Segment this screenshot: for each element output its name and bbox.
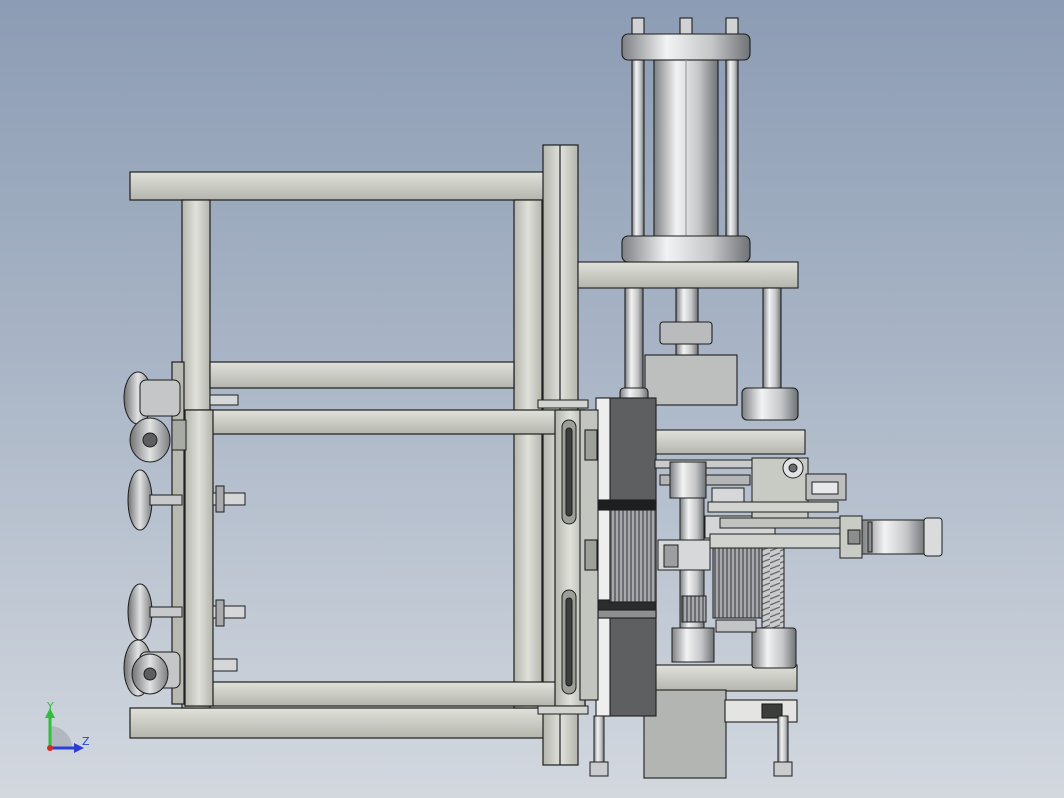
y-axis-label: Y <box>46 700 54 713</box>
heatsink <box>609 509 657 603</box>
press-head <box>644 354 738 406</box>
cad-viewport: Y Z <box>45 17 943 779</box>
triad-base-fan <box>50 726 72 748</box>
ball-screw <box>761 547 785 629</box>
rod-coupler <box>659 321 713 345</box>
x-axis-dot <box>47 745 53 751</box>
drive-assembly <box>654 457 943 669</box>
front-frame-bottom <box>184 681 586 707</box>
rear-post <box>513 199 543 709</box>
z-axis-label: Z <box>82 735 90 748</box>
front-frame-left <box>184 409 214 707</box>
cylinder-top-cap <box>621 33 751 61</box>
coordinate-triad: Y Z <box>45 700 90 753</box>
top-beam <box>129 171 551 201</box>
upper-press-plate <box>654 429 806 455</box>
cylinder-mount-plate <box>577 261 799 289</box>
left-frame <box>129 144 586 766</box>
pneumatic-cylinder <box>577 17 799 421</box>
front-frame-top <box>184 409 586 435</box>
cylinder-bottom-cap <box>621 235 751 263</box>
bottom-beam <box>129 707 551 739</box>
lower-press-plate <box>654 664 798 692</box>
middle-bar <box>209 361 515 389</box>
